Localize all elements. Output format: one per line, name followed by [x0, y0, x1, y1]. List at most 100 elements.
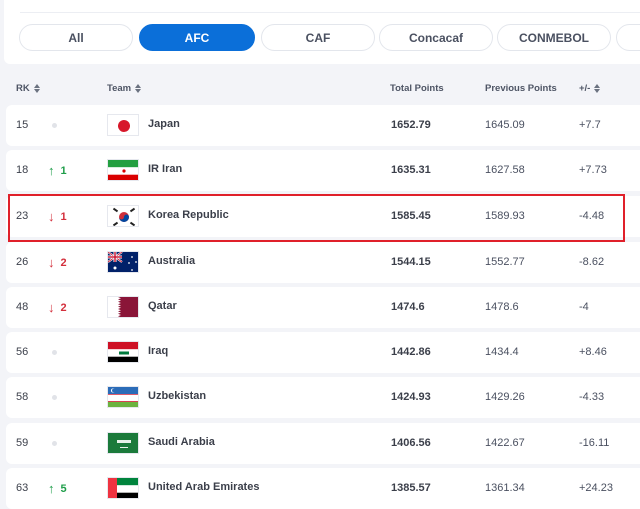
- total-points: 1442.86: [391, 346, 431, 358]
- rank-change: ↑ 5: [48, 481, 67, 496]
- rank-change: ↓ 2: [48, 255, 67, 270]
- team-name[interactable]: United Arab Emirates: [148, 481, 259, 493]
- diff-header[interactable]: +/-: [579, 83, 601, 94]
- filter-all[interactable]: All: [19, 24, 133, 51]
- team-name[interactable]: Saudi Arabia: [148, 436, 215, 448]
- rank-change-value: 1: [60, 210, 67, 223]
- rank-change-value: 2: [60, 301, 67, 314]
- no-change-icon: [52, 123, 57, 128]
- table-row[interactable]: 18 ↑ 1 IR Iran 1635.31 1627.58 +7.73: [6, 150, 640, 191]
- arrow-up-icon: ↑: [48, 481, 55, 496]
- table-row[interactable]: 26 ↓ 2 Australia 1544.15 1552.77 -8.62: [6, 242, 640, 283]
- team-name[interactable]: Qatar: [148, 300, 177, 312]
- points-diff: -8.62: [579, 256, 605, 268]
- diff-header-label: +/-: [579, 83, 591, 94]
- qatar-flag-icon: [107, 296, 139, 318]
- team-name[interactable]: Iraq: [148, 345, 168, 357]
- sort-icon[interactable]: [594, 84, 601, 93]
- rank-change-value: 5: [60, 482, 67, 495]
- points-diff: +7.7: [579, 119, 601, 131]
- rank: 59: [16, 437, 29, 449]
- previous-points: 1645.09: [485, 119, 525, 131]
- points-diff: -4.48: [579, 210, 605, 222]
- total-points: 1585.45: [391, 210, 431, 222]
- previous-points-header: Previous Points: [485, 83, 557, 94]
- rank: 63: [16, 482, 29, 494]
- arrow-up-icon: ↑: [48, 163, 55, 178]
- previous-points: 1422.67: [485, 437, 525, 449]
- sort-icon[interactable]: [135, 84, 142, 93]
- sort-icon[interactable]: [33, 84, 40, 93]
- rank-header[interactable]: RK: [16, 83, 40, 94]
- rank: 18: [16, 164, 29, 176]
- divider: [20, 12, 640, 13]
- total-points: 1424.93: [391, 391, 431, 403]
- total-points-header: Total Points: [390, 83, 444, 94]
- arrow-down-icon: ↓: [48, 300, 55, 315]
- no-change-icon: [52, 350, 57, 355]
- filter-concacaf[interactable]: Concacaf: [379, 24, 493, 51]
- filter-caf[interactable]: CAF: [261, 24, 375, 51]
- rank: 23: [16, 210, 29, 222]
- rank: 48: [16, 301, 29, 313]
- table-row[interactable]: 48 ↓ 2 Qatar 1474.6 1478.6 -4: [6, 287, 640, 328]
- rank-header-label: RK: [16, 83, 30, 94]
- table-header: RK Team Total Points Previous Points +/-: [0, 78, 640, 100]
- australia-flag-icon: [107, 251, 139, 273]
- previous-points: 1552.77: [485, 256, 525, 268]
- total-points: 1544.15: [391, 256, 431, 268]
- rank: 58: [16, 391, 29, 403]
- previous-points: 1478.6: [485, 301, 519, 313]
- rank-change: ↑ 1: [48, 163, 67, 178]
- total-points: 1652.79: [391, 119, 431, 131]
- points-diff: +8.46: [579, 346, 607, 358]
- table-row[interactable]: 56 Iraq 1442.86 1434.4 +8.46: [6, 332, 640, 373]
- previous-points: 1627.58: [485, 164, 525, 176]
- team-name[interactable]: Australia: [148, 255, 195, 267]
- rank: 56: [16, 346, 29, 358]
- total-points: 1406.56: [391, 437, 431, 449]
- japan-flag-icon: [107, 114, 139, 136]
- rank-change: ↓ 2: [48, 300, 67, 315]
- iran-flag-icon: [107, 159, 139, 181]
- rank-change: ↓ 1: [48, 209, 67, 224]
- uae-flag-icon: [107, 477, 139, 499]
- points-diff: +7.73: [579, 164, 607, 176]
- saudi-arabia-flag-icon: [107, 432, 139, 454]
- points-diff: +24.23: [579, 482, 613, 494]
- arrow-down-icon: ↓: [48, 209, 55, 224]
- no-change-icon: [52, 395, 57, 400]
- korea-flag-icon: [107, 205, 139, 227]
- points-diff: -16.11: [579, 437, 610, 449]
- total-points: 1474.6: [391, 301, 425, 313]
- total-points: 1635.31: [391, 164, 431, 176]
- points-diff: -4.33: [579, 391, 605, 403]
- team-name[interactable]: Uzbekistan: [148, 390, 206, 402]
- filter-more[interactable]: [616, 24, 640, 51]
- no-change-icon: [52, 441, 57, 446]
- rank-change-value: 1: [60, 164, 67, 177]
- team-header[interactable]: Team: [107, 83, 142, 94]
- confederation-filter-panel: All AFC CAF Concacaf CONMEBOL: [4, 0, 640, 64]
- team-name[interactable]: Korea Republic: [148, 209, 229, 221]
- previous-points: 1434.4: [485, 346, 519, 358]
- previous-points: 1361.34: [485, 482, 525, 494]
- table-row[interactable]: 58 Uzbekistan 1424.93 1429.26 -4.33: [6, 377, 640, 418]
- table-row[interactable]: 63 ↑ 5 United Arab Emirates 1385.57 1361.34 +2…: [6, 468, 640, 509]
- total-points: 1385.57: [391, 482, 431, 494]
- iraq-flag-icon: [107, 341, 139, 363]
- team-name[interactable]: IR Iran: [148, 163, 182, 175]
- rank-change-value: 2: [60, 256, 67, 269]
- arrow-down-icon: ↓: [48, 255, 55, 270]
- table-row[interactable]: 23 ↓ 1 Korea Republic 1585.45 1589.93 -4.48: [6, 196, 640, 237]
- table-row[interactable]: 59 Saudi Arabia 1406.56 1422.67 -16.11: [6, 423, 640, 464]
- previous-points: 1589.93: [485, 210, 525, 222]
- points-diff: -4: [579, 301, 589, 313]
- uzbekistan-flag-icon: [107, 386, 139, 408]
- rank: 15: [16, 119, 29, 131]
- filter-afc[interactable]: AFC: [139, 24, 255, 51]
- team-name[interactable]: Japan: [148, 118, 180, 130]
- team-header-label: Team: [107, 83, 132, 94]
- table-row[interactable]: 15 Japan 1652.79 1645.09 +7.7: [6, 105, 640, 146]
- filter-conmebol[interactable]: CONMEBOL: [497, 24, 611, 51]
